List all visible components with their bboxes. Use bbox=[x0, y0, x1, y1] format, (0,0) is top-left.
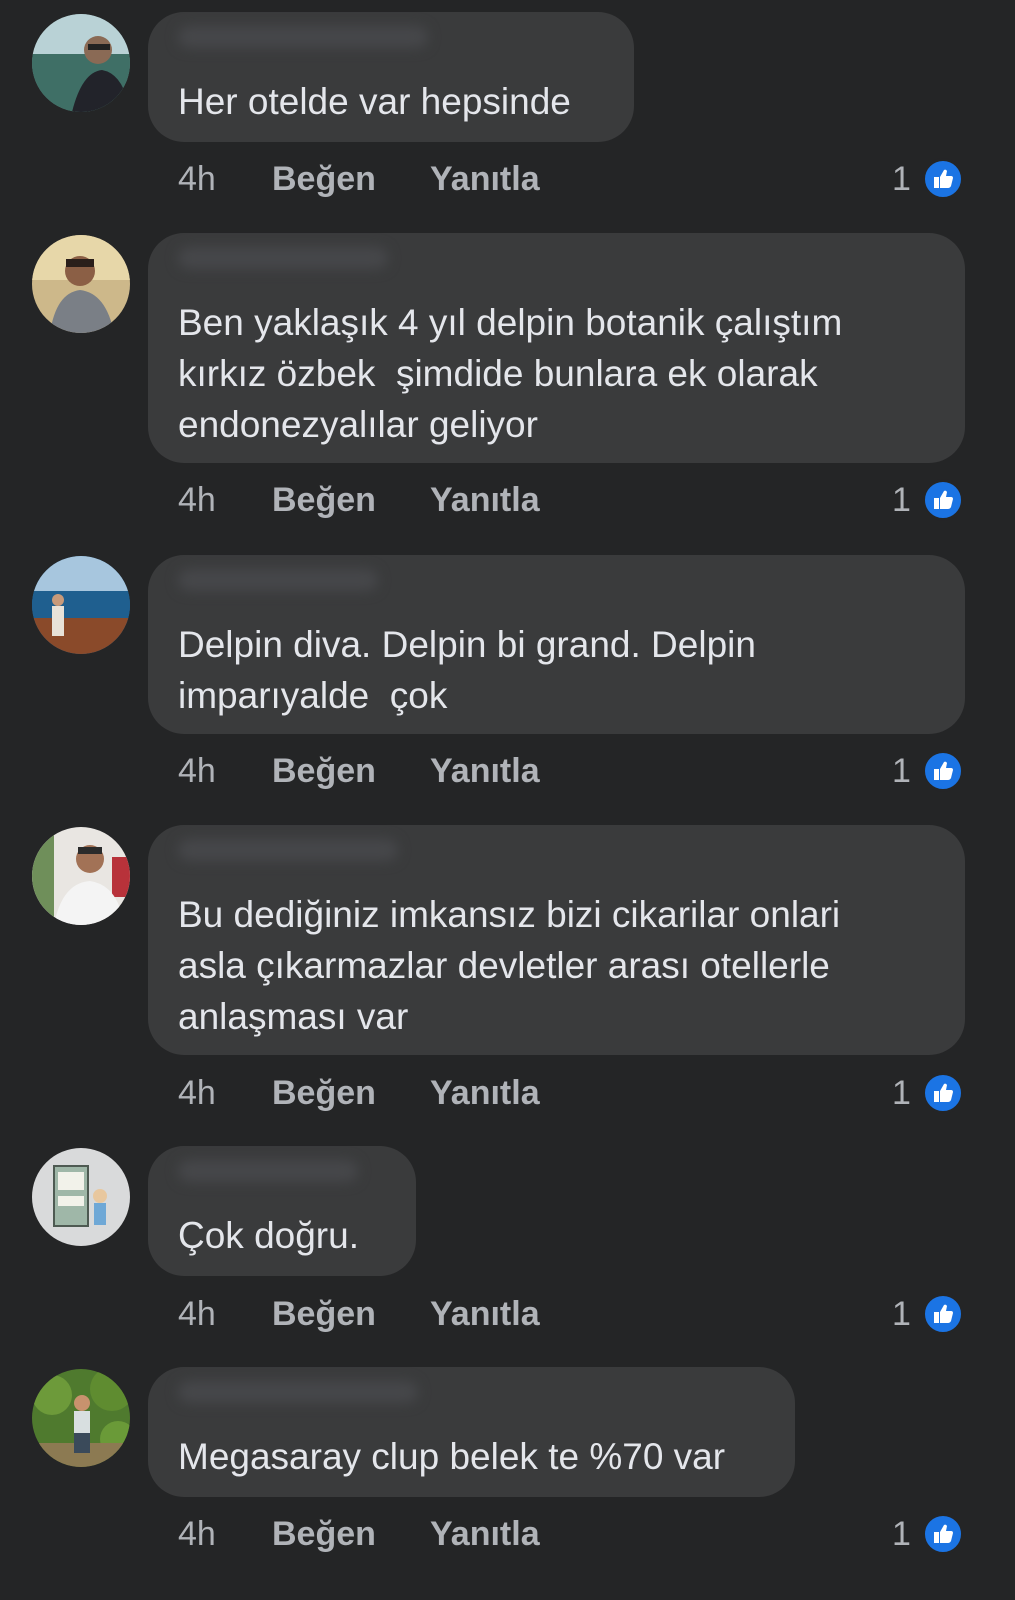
comment-time[interactable]: 4h bbox=[178, 1512, 216, 1556]
reaction-count[interactable]: 1 bbox=[892, 749, 911, 793]
profile-photo bbox=[32, 827, 130, 925]
comment-actions: 4h Beğen Yanıtla 1 bbox=[178, 749, 978, 793]
reply-button[interactable]: Yanıtla bbox=[430, 1512, 540, 1556]
comment-time[interactable]: 4h bbox=[178, 1292, 216, 1336]
comment-actions: 4h Beğen Yanıtla 1 bbox=[178, 157, 978, 201]
like-icon[interactable] bbox=[922, 1293, 964, 1335]
comment-actions: 4h Beğen Yanıtla 1 bbox=[178, 478, 978, 522]
like-icon[interactable] bbox=[922, 158, 964, 200]
reaction-count[interactable]: 1 bbox=[892, 478, 911, 522]
comment-text: Ben yaklaşık 4 yıl delpin botanik çalışt… bbox=[178, 302, 843, 445]
avatar[interactable] bbox=[32, 235, 130, 333]
avatar[interactable] bbox=[32, 14, 130, 112]
reaction-count[interactable]: 1 bbox=[892, 157, 911, 201]
like-button[interactable]: Beğen bbox=[272, 749, 376, 793]
comment-time[interactable]: 4h bbox=[178, 1071, 216, 1115]
comment-time[interactable]: 4h bbox=[178, 478, 216, 522]
avatar[interactable] bbox=[32, 1148, 130, 1246]
profile-photo bbox=[32, 1369, 130, 1467]
comment-bubble: Delpin diva. Delpin bi grand. Delpin imp… bbox=[148, 555, 965, 734]
like-icon[interactable] bbox=[922, 1072, 964, 1114]
reply-button[interactable]: Yanıtla bbox=[430, 157, 540, 201]
author-name-redacted[interactable] bbox=[178, 569, 378, 591]
author-name-redacted[interactable] bbox=[178, 1381, 418, 1403]
reply-button[interactable]: Yanıtla bbox=[430, 478, 540, 522]
like-icon[interactable] bbox=[922, 1513, 964, 1555]
like-icon[interactable] bbox=[922, 750, 964, 792]
author-name-redacted[interactable] bbox=[178, 26, 428, 48]
comment-text: Delpin diva. Delpin bi grand. Delpin imp… bbox=[178, 624, 756, 716]
comment-bubble: Ben yaklaşık 4 yıl delpin botanik çalışt… bbox=[148, 233, 965, 463]
reaction-count[interactable]: 1 bbox=[892, 1512, 911, 1556]
comment-text: Bu dediğiniz imkansız bizi cikarilar onl… bbox=[178, 894, 841, 1037]
comment-actions: 4h Beğen Yanıtla 1 bbox=[178, 1292, 978, 1336]
comment-bubble: Bu dediğiniz imkansız bizi cikarilar onl… bbox=[148, 825, 965, 1055]
reaction-count[interactable]: 1 bbox=[892, 1071, 911, 1115]
comment-text: Megasaray clup belek te %70 var bbox=[178, 1436, 726, 1477]
comment-time[interactable]: 4h bbox=[178, 749, 216, 793]
comment-bubble: Megasaray clup belek te %70 var bbox=[148, 1367, 795, 1497]
reaction-count[interactable]: 1 bbox=[892, 1292, 911, 1336]
reply-button[interactable]: Yanıtla bbox=[430, 1292, 540, 1336]
like-button[interactable]: Beğen bbox=[272, 478, 376, 522]
avatar[interactable] bbox=[32, 556, 130, 654]
profile-photo bbox=[32, 1148, 130, 1246]
like-button[interactable]: Beğen bbox=[272, 1071, 376, 1115]
like-button[interactable]: Beğen bbox=[272, 1512, 376, 1556]
like-button[interactable]: Beğen bbox=[272, 157, 376, 201]
comment-bubble: Her otelde var hepsinde bbox=[148, 12, 634, 142]
like-button[interactable]: Beğen bbox=[272, 1292, 376, 1336]
reply-button[interactable]: Yanıtla bbox=[430, 749, 540, 793]
comment-text: Çok doğru. bbox=[178, 1215, 359, 1256]
profile-photo bbox=[32, 235, 130, 333]
comment-time[interactable]: 4h bbox=[178, 157, 216, 201]
profile-photo bbox=[32, 14, 130, 112]
avatar[interactable] bbox=[32, 827, 130, 925]
comment-text: Her otelde var hepsinde bbox=[178, 81, 571, 122]
reply-button[interactable]: Yanıtla bbox=[430, 1071, 540, 1115]
author-name-redacted[interactable] bbox=[178, 839, 398, 861]
author-name-redacted[interactable] bbox=[178, 1160, 358, 1182]
like-icon[interactable] bbox=[922, 479, 964, 521]
profile-photo bbox=[32, 556, 130, 654]
avatar[interactable] bbox=[32, 1369, 130, 1467]
comment-actions: 4h Beğen Yanıtla 1 bbox=[178, 1512, 978, 1556]
author-name-redacted[interactable] bbox=[178, 247, 388, 269]
comment-actions: 4h Beğen Yanıtla 1 bbox=[178, 1071, 978, 1115]
comment-bubble: Çok doğru. bbox=[148, 1146, 416, 1276]
